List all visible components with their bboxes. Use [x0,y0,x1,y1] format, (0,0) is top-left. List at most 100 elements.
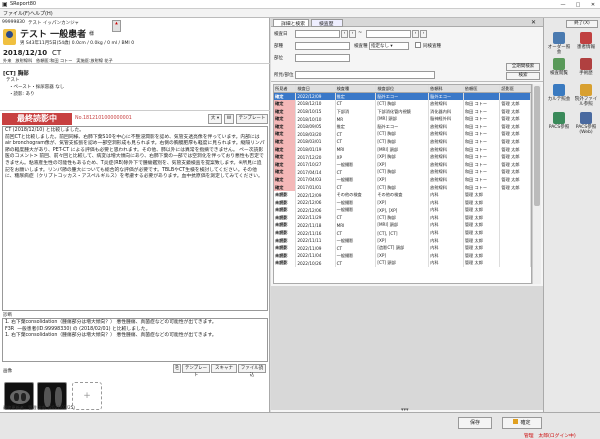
table-row[interactable]: 確定 2018/09/05 推定 脳外エコー 放射線科 和田 コトー 管理 太郎 [274,122,531,131]
patient-info-button[interactable]: 患者情報 [573,32,599,54]
table-cell: 和田 コトー [463,130,501,139]
table-row[interactable]: 確定 2017/10/27 一般撮影 [XP] 放射線科 和田 コトー 管理 太郎 [274,160,531,169]
history-scrollbar[interactable] [532,84,541,284]
all-period-search-button[interactable]: 全期間検索 [506,63,540,71]
menu-file[interactable]: ファイル(F) [3,10,30,17]
column-header[interactable]: 検査日 [295,85,336,94]
table-cell: 管理 太郎 [499,153,531,161]
table-row[interactable]: 確定 2018/03/20 CT [CT] 胸部 放射線科 和田 コトー 管理 太郎 [274,130,531,139]
next-date-icon[interactable]: › [349,30,356,38]
exam-view-button[interactable]: 検査閲覧 [546,58,572,80]
patient-header: 99999830 テスト イッパンカンジャ テスト 一般患者 様 ▲ 男 S43… [0,18,270,64]
add-image-icon[interactable]: + [72,382,102,410]
table-cell: 2022/12/06 [295,198,336,207]
table-row[interactable]: 未読影 2022/11/11 一般撮影 [XP] 内科 管理 太郎 [274,236,531,245]
allergy-badge-icon: ▲ [112,20,121,32]
table-cell: CT [335,214,377,222]
scanner-button[interactable]: スキャナ [211,364,237,373]
tab-exam-history[interactable]: 検査歴 [311,19,343,27]
table-cell: 放射線科 [428,183,464,192]
prev-date-icon[interactable]: ‹ [412,30,419,38]
paste-icon[interactable]: ⎘ [173,364,181,373]
order-inquiry-button[interactable]: オーダー照会 [546,32,572,55]
table-cell: 推定 [335,92,377,101]
table-row[interactable]: 確定 2018/01/19 MRI [MRI] 頭部 放射線科 和田 コトー 管理 太郎 [274,145,531,154]
word-icon[interactable]: W [224,114,234,124]
column-header[interactable]: 所見者 [274,85,297,94]
logout-button[interactable]: 終了(X) [566,20,598,28]
findings-textarea[interactable]: CT (2018/12/10) と比較しました。 前回CTと比較しました。前回同… [2,126,268,311]
pacs-button[interactable]: PACS参照 [546,112,572,134]
dept-label: 所見/部位 [274,73,294,78]
table-cell: 2017/12/20 [295,153,336,161]
table-row[interactable]: 確定 2022/12/09 推定 脳外エコー 脳外エコー [274,92,531,101]
table-cell: 和田 コトー [463,107,501,116]
same-type-label: 同検査種 [423,44,441,49]
table-row[interactable]: 確定 2017/01/01 CT [CT] 胸部 放射線科 和田 コトー 管理 太郎 [274,183,531,192]
table-cell: 2022/12/06 [295,206,336,215]
history-pane: 詳細と検索 検査歴 ✕ 検査日 ‹ › ~ ‹ › 部種 検査種 指定なし ▾ … [271,18,543,413]
modality-select[interactable] [295,42,350,50]
date-from-input[interactable] [295,30,340,38]
confirm-button[interactable]: 確定 [502,417,542,429]
table-row[interactable]: 確定 2018/03/01 CT [CT] 胸部 放射線科 和田 コトー 管理 太郎 [274,138,531,146]
column-header[interactable]: 読影医 [499,85,531,94]
chart-inquiry-button[interactable]: カルテ照会 [546,84,572,106]
date-to-input[interactable] [366,30,411,38]
table-row[interactable]: 確定 2018/10/15 下部消 下部消化管内視鏡 消化器内科 和田 コトー 管理 太郎 [274,107,531,116]
column-header[interactable]: 検査部位 [375,85,430,94]
table-row[interactable]: 未読影 2022/11/09 CT [造影CT] 頭部 内科 管理 太郎 [274,244,531,253]
table-cell: 未読影 [274,236,297,245]
table-row[interactable]: 未読影 2022/11/29 CT [CT] 胸部 内科 管理 太郎 [274,214,531,222]
table-row[interactable]: 未読影 2022/12/06 一般撮影 [XP] 内科 管理 太郎 [274,198,531,207]
table-cell: CT [335,183,377,192]
column-header[interactable]: 検査種 [335,85,377,94]
patient-info: 男 S43年11月5日(54歳) 0.0cm / 0.0kg / 0 ml / … [20,41,135,46]
pacs-web-button[interactable]: PACS参照(Web) [573,112,599,135]
table-row[interactable]: 確定 2017/04/03 一般撮影 [XP] 放射線科 和田 コトー 管理 太郎 [274,176,531,184]
table-cell: 2017/04/03 [295,176,336,184]
impression-textarea[interactable]: 1. 右下葉consolidation（腫瘍部分は増大傾向？） 悪性腫瘍、真菌症… [2,318,268,362]
save-button[interactable]: 保存 [458,417,492,429]
table-cell: 未読影 [274,214,297,222]
table-cell: 確定 [274,107,297,116]
table-row[interactable]: 未読影 2022/11/04 一般撮影 [XP] 内科 管理 太郎 [274,252,531,260]
table-cell [499,244,531,253]
table-cell: MRI [335,145,377,154]
table-cell: 未読影 [274,252,297,260]
table-row[interactable]: 未読影 2022/11/16 CT [CT], [CT] 内科 管理 太郎 [274,229,531,237]
same-type-checkbox[interactable] [415,42,421,48]
dept-input[interactable] [295,71,435,79]
table-row[interactable]: 未読影 2022/10/26 CT [CT] 頭部 内科 管理 太郎 [274,259,531,268]
table-cell: 内科 [428,236,464,245]
menu-help[interactable]: ヘルプ(H) [30,10,53,17]
font-size-select[interactable]: 大 ▾ [208,114,222,124]
template-button[interactable]: テンプレート [236,114,268,124]
part-select[interactable] [295,54,350,62]
next-date-icon[interactable]: › [420,30,427,38]
column-header[interactable]: 依頼医 [463,85,501,94]
table-row[interactable]: 確定 2018/10/10 MR [MR] 頭部 脳神経外科 和田 コトー 管理 太郎 [274,115,531,123]
column-header[interactable]: 依頼科 [428,85,464,94]
table-row[interactable]: 未読影 2022/11/18 MRI [MRI] 頭部 内科 管理 太郎 [274,221,531,230]
table-row[interactable]: 確定 2017/04/14 CT [CT] 胸部 放射線科 和田 コトー 管理 太郎 [274,168,531,177]
chart-icon [553,84,565,96]
table-cell: 和田 コトー [463,138,501,146]
external-file-button[interactable]: 院外ファイル参照 [573,84,599,107]
history-table: 所見者 検査日 検査種 検査部位 依頼科 依頼医 読影医 確定 2022/12/09 推定 脳外エ… [273,84,532,284]
prev-date-icon[interactable]: ‹ [341,30,348,38]
table-cell: [XP] [375,176,430,184]
table-row[interactable]: 未読影 2022/12/09 その他の検査 その他の検査 内科 管理 太郎 [274,191,531,199]
image-template-button[interactable]: テンプレート [182,364,210,378]
exam-type-select[interactable]: 指定なし ▾ [369,42,409,50]
tab-detail-search[interactable]: 詳細と検索 [273,19,309,27]
table-cell: 内科 [428,221,464,230]
surgery-history-button[interactable]: 手術歴 [573,58,599,80]
table-row[interactable]: 確定 2018/12/10 CT [CT] 胸部 放射線科 和田 コトー 管理 太郎 [274,100,531,108]
pane-close-icon[interactable]: ✕ [531,19,536,26]
search-button[interactable]: 検索 [506,72,540,80]
table-cell: [XP] [375,160,430,169]
table-row[interactable]: 未読影 2022/12/06 一般撮影 [XP], [XP] 内科 管理 太郎 [274,206,531,215]
table-row[interactable]: 確定 2017/12/20 XP [XP] 胸部 放射線科 和田 コトー 管理 太郎 [274,153,531,161]
file-load-button[interactable]: ファイル読込 [238,364,266,378]
